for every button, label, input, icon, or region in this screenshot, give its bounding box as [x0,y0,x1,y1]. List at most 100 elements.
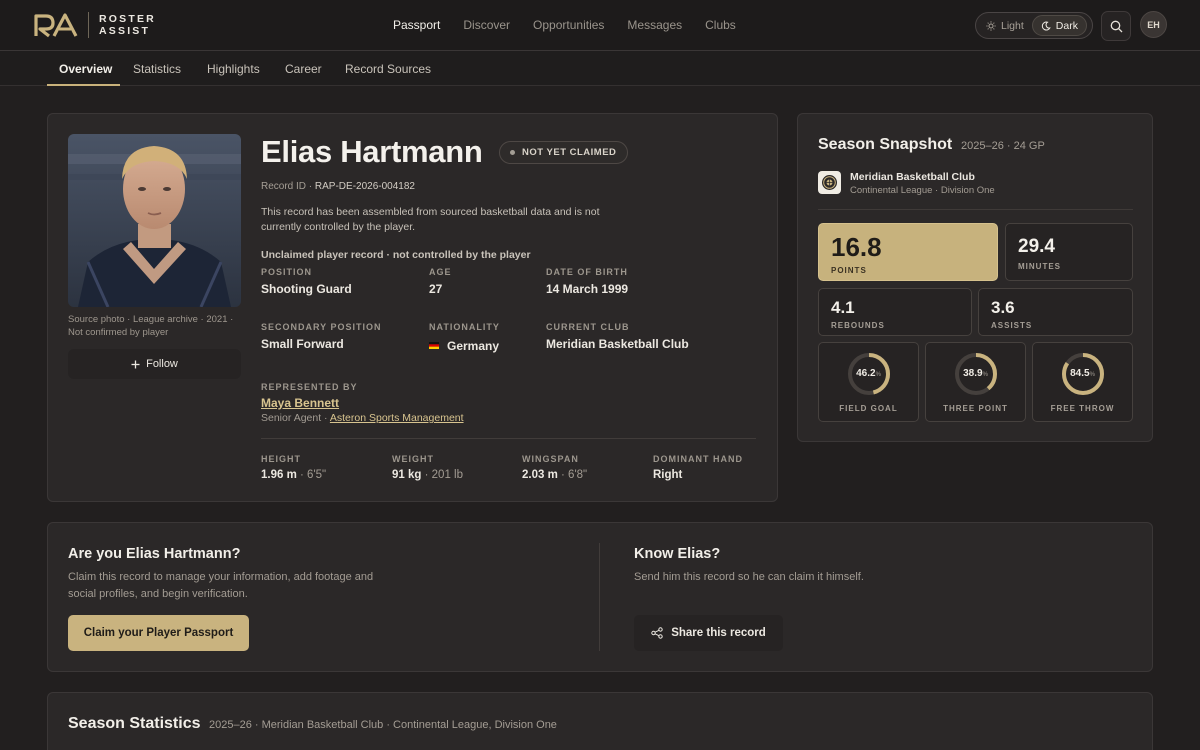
claim-card-divider [599,543,600,651]
moon-icon [1041,21,1051,30]
field-goal-label: FIELD GOAL [839,404,898,413]
claim-card: Are you Elias Hartmann? Claim this recor… [47,522,1153,672]
profile-subnav: Overview Statistics Highlights Career Re… [0,51,1200,86]
season-statistics-card: Season Statistics 2025–26 · Meridian Bas… [47,692,1153,750]
claim-passport-button[interactable]: Claim your Player Passport [68,615,249,651]
search-button[interactable] [1101,11,1131,41]
nationality-value: Germany [429,339,499,353]
assists-value: 3.6 [991,298,1015,317]
photo-caption: Source photo · League archive · 2021 · N… [68,314,234,338]
theme-dark-button[interactable]: Dark [1031,15,1087,36]
user-avatar[interactable]: EH [1140,11,1167,38]
snapshot-league: Continental League · Division One [850,185,995,196]
nationality-text: Germany [447,339,500,353]
dominant-hand-label: DOMINANT HAND [653,454,743,464]
record-id: Record ID · RAP-DE-2026-004182 [261,181,415,192]
profile-card: Source photo · League archive · 2021 · N… [47,113,778,502]
height-imperial-sep: · [296,469,308,481]
weight-value: 91 kg · 201 lb [392,469,463,481]
tab-career[interactable]: Career [285,62,322,76]
field-goal-value: 46.2% [819,368,918,379]
position-value: Shooting Guard [261,282,352,296]
agency-link[interactable]: Asteron Sports Management [330,412,464,424]
agent-role-text: Senior Agent · [261,412,328,424]
player-portrait-image [68,134,241,307]
claim-description: Claim this record to manage your informa… [68,571,374,600]
search-icon [1110,20,1122,32]
logo-wordmark: ROSTER ASSIST [99,13,156,38]
wingspan-imperial: 6'8" [568,469,588,481]
tab-statistics[interactable]: Statistics [133,62,181,76]
theme-light-button[interactable]: Light [978,15,1032,36]
secondary-position-label: SECONDARY POSITION [261,322,382,332]
follow-label: Follow [146,358,178,370]
wingspan-label: WINGSPAN [522,454,579,464]
know-description: Send him this record so he can claim it … [634,571,864,583]
assists-label: ASSISTS [991,321,1033,330]
assists-stat: 3.6 ASSISTS [978,288,1133,336]
measurements-divider [261,438,756,439]
nav-opportunities[interactable]: Opportunities [533,18,604,32]
tab-overview[interactable]: Overview [59,62,112,76]
position-label: POSITION [261,267,313,277]
share-record-button[interactable]: Share this record [634,615,783,651]
height-label: HEIGHT [261,454,302,464]
minutes-stat: 29.4 MINUTES [1005,223,1133,281]
logo-word-1: ROSTER [99,12,156,25]
season-statistics-title: Season Statistics [68,715,201,732]
know-title: Know Elias? [634,546,721,562]
nav-clubs[interactable]: Clubs [705,18,736,32]
dominant-hand-value: Right [653,469,683,481]
dob-label: DATE OF BIRTH [546,267,628,277]
three-point-unit: % [982,372,988,378]
nav-messages[interactable]: Messages [627,18,682,32]
agent-name-link[interactable]: Maya Bennett [261,396,339,410]
player-photo [68,134,241,307]
theme-light-label: Light [1001,19,1024,32]
claim-title: Are you Elias Hartmann? [68,546,241,562]
minutes-value: 29.4 [1018,236,1055,257]
plus-icon [131,360,140,368]
club-crest-graphic [822,175,837,190]
current-club-label: CURRENT CLUB [546,322,630,332]
club-crest-icon [818,171,841,194]
three-point-label: THREE POINT [943,404,1008,413]
wingspan-metric: 2.03 m [522,469,558,481]
nav-discover[interactable]: Discover [463,18,510,32]
theme-dark-label: Dark [1055,19,1078,32]
nav-passport[interactable]: Passport [393,18,440,32]
minutes-label: MINUTES [1018,262,1061,271]
claim-status-badge: NOT YET CLAIMED [499,141,629,164]
weight-imperial: 201 lb [431,469,463,481]
three-point-value: 38.9% [926,368,1025,379]
secondary-position-value: Small Forward [261,337,344,351]
rebounds-stat: 4.1 REBOUNDS [818,288,972,336]
free-throw-stat: 84.5% FREE THROW [1032,342,1133,422]
age-label: AGE [429,267,452,277]
main-nav: Passport Discover Opportunities Messages… [393,18,736,32]
agent-role: Senior Agent · Asteron Sports Management [261,412,464,424]
germany-flag-icon [429,342,439,350]
record-description: This record has been assembled from sour… [261,206,600,233]
wingspan-imperial-sep: · [557,469,569,481]
unclaimed-note: Unclaimed player record · not controlled… [261,249,531,261]
height-value: 1.96 m · 6'5" [261,469,326,481]
tab-highlights[interactable]: Highlights [207,62,260,76]
rebounds-value: 4.1 [831,298,855,317]
tab-record-sources[interactable]: Record Sources [345,62,431,76]
season-statistics-subtitle: 2025–26 · Meridian Basketball Club · Con… [209,719,557,731]
share-icon [651,627,663,639]
rebounds-label: REBOUNDS [831,321,885,330]
points-value: 16.8 [831,232,882,262]
share-label: Share this record [671,627,766,639]
snapshot-title: Season Snapshot [818,136,953,153]
season-snapshot-card: Season Snapshot 2025–26 · 24 GP Meridian… [797,113,1153,442]
follow-button[interactable]: Follow [68,349,241,379]
age-value: 27 [429,282,443,296]
logo[interactable]: ROSTER ASSIST [34,12,156,38]
wingspan-value: 2.03 m · 6'8" [522,469,587,481]
weight-label: WEIGHT [392,454,434,464]
field-goal-stat: 46.2% FIELD GOAL [818,342,919,422]
points-stat: 16.8 POINTS [818,223,998,281]
theme-toggle: Light Dark [975,12,1093,39]
